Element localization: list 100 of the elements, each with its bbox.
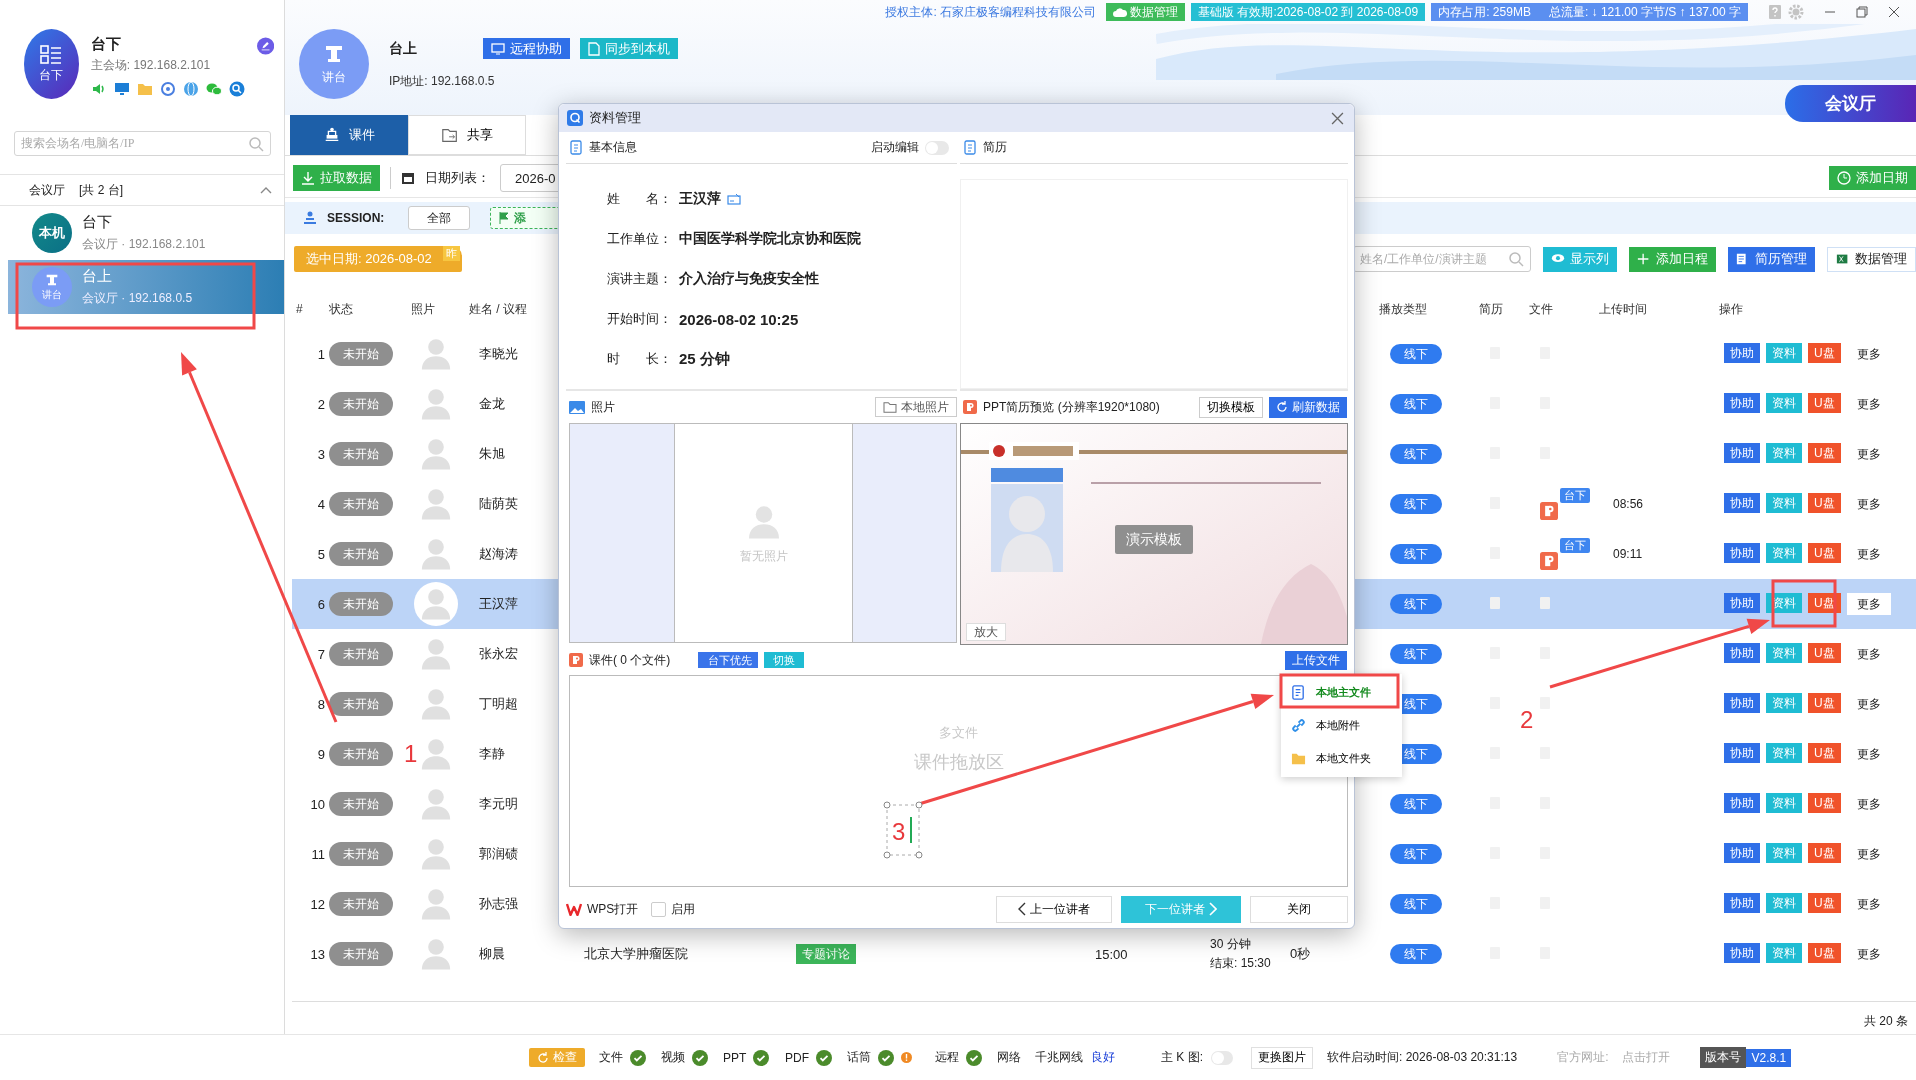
row-number: 1 xyxy=(317,346,325,362)
check-label: PDF xyxy=(785,1050,809,1065)
elapsed-time: 0秒 xyxy=(1290,945,1311,963)
end-time: 结束: 15:30 xyxy=(1210,955,1272,972)
field-value: 2026-08-02 10:25 xyxy=(679,310,799,328)
file-source-badge: 台下 xyxy=(1560,538,1590,553)
speaker-name: 金龙 xyxy=(478,395,505,413)
station-name: 台上 xyxy=(389,39,418,58)
host-name: 台下 xyxy=(90,35,122,54)
status-badge: 未开始 xyxy=(329,642,393,666)
network-type: 千兆网线 xyxy=(1035,1049,1083,1066)
edit-label: 启动编辑 xyxy=(871,139,919,156)
yesterday-badge: 昨 xyxy=(443,246,460,261)
row-number: 2 xyxy=(317,396,325,412)
annotation-number: 3 xyxy=(883,801,923,859)
organization: 北京大学肿瘤医院 xyxy=(583,945,688,963)
play-type-badge: 线下 xyxy=(1390,794,1442,814)
row-number: 12 xyxy=(310,896,325,912)
enable-label: 启用 xyxy=(671,900,696,918)
status-badge: 未开始 xyxy=(329,342,393,366)
agenda-tag: 专题讨论 xyxy=(796,944,856,964)
column-header: 照片 xyxy=(410,300,436,318)
column-header: 简历 xyxy=(1478,300,1504,318)
play-type-badge: 线下 xyxy=(1390,894,1442,914)
start-time: 软件启动时间: 2026-08-03 20:31:13 xyxy=(1327,1049,1518,1066)
edition-badge: 基础版 有效期:2026-08-02 到 2026-08-09 xyxy=(1191,3,1426,21)
field-value: 王汉萍 xyxy=(679,190,721,208)
play-type-badge: 线下 xyxy=(1390,944,1442,964)
device-name: 台上 xyxy=(82,267,113,286)
speaker-name: 孙志强 xyxy=(478,895,518,913)
avatar-label: 台下 xyxy=(39,66,64,84)
traffic-text: 总流量: ↓ 121.00 字节/S ↑ 137.00 字 xyxy=(1548,3,1741,21)
upload-time: 08:56 xyxy=(1612,497,1644,511)
device-address: 会议厅 · 192.168.2.101 xyxy=(82,236,206,253)
status-badge: 未开始 xyxy=(329,942,393,966)
column-header: # xyxy=(295,302,304,316)
network-label: 网络 xyxy=(997,1049,1021,1066)
duration: 30 分钟 xyxy=(1210,936,1252,953)
row-number: 7 xyxy=(317,646,325,662)
status-badge: 未开始 xyxy=(329,742,393,766)
status-badge: 未开始 xyxy=(329,542,393,566)
date-label: 日期列表： xyxy=(425,169,490,187)
play-type-badge: 线下 xyxy=(1390,494,1442,514)
status-badge: 未开始 xyxy=(329,692,393,716)
section-title: 基本信息 xyxy=(589,139,637,156)
version-number: V2.8.1 xyxy=(1746,1048,1792,1067)
avatar-label: 讲台 xyxy=(322,69,346,86)
row-number: 5 xyxy=(317,546,325,562)
column-header: 上传时间 xyxy=(1598,300,1648,318)
play-type-badge: 线下 xyxy=(1390,394,1442,414)
column-header: 姓名 / 议程 xyxy=(468,300,528,318)
k-chart-label: 主 K 图: xyxy=(1161,1049,1203,1066)
status-badge: 未开始 xyxy=(329,442,393,466)
selected-date-text: 选中日期: 2026-08-02 xyxy=(306,250,432,268)
play-type-badge: 线下 xyxy=(1390,644,1442,664)
row-number: 10 xyxy=(310,796,325,812)
section-title: 照片 xyxy=(591,398,615,416)
field-label: 姓 名： xyxy=(607,190,673,208)
memory-text: 内存占用: 259MB xyxy=(1438,3,1531,21)
speaker-name: 朱旭 xyxy=(478,445,505,463)
speaker-name: 张永宏 xyxy=(478,645,518,663)
check-label: 话筒 xyxy=(847,1049,871,1066)
play-type-badge: 线下 xyxy=(1390,594,1442,614)
section-title: 课件( 0 个文件) xyxy=(589,651,671,669)
website-label: 官方网址: xyxy=(1557,1049,1609,1066)
check-label: PPT xyxy=(723,1050,747,1065)
network-status: 良好 xyxy=(1091,1049,1115,1066)
annotation-number: 2 xyxy=(1520,706,1534,733)
field-label: 时 长： xyxy=(607,350,673,368)
speaker-name: 陆荫英 xyxy=(478,495,518,513)
device-address: 会议厅 · 192.168.0.5 xyxy=(82,290,193,307)
field-label: 工作单位： xyxy=(607,230,673,248)
row-number: 3 xyxy=(317,446,325,462)
play-type-badge: 线下 xyxy=(1390,544,1442,564)
status-badge: 未开始 xyxy=(329,392,393,416)
group-label: 会议厅 xyxy=(29,181,65,199)
speaker-name: 李元明 xyxy=(478,795,518,813)
column-header: 状态 xyxy=(328,300,354,318)
speaker-name: 李晓光 xyxy=(478,345,518,363)
speaker-name: 郭润碛 xyxy=(478,845,518,863)
start-time: 15:00 xyxy=(1095,946,1128,962)
check-label: 远程 xyxy=(935,1049,959,1066)
play-type-badge: 线下 xyxy=(1390,344,1442,364)
speaker-name: 丁明超 xyxy=(478,695,518,713)
status-badge: 未开始 xyxy=(329,892,393,916)
device-avatar: 本机 xyxy=(32,213,72,253)
play-type-badge: 线下 xyxy=(1390,444,1442,464)
file-source-badge: 台下 xyxy=(1560,488,1590,503)
field-label: 开始时间： xyxy=(607,310,673,328)
status-badge: 未开始 xyxy=(329,592,393,616)
field-value: 介入治疗与免疫安全性 xyxy=(679,270,819,288)
annotation-number: 1 xyxy=(404,740,418,767)
row-number: 13 xyxy=(310,946,325,962)
speaker-name: 赵海涛 xyxy=(478,545,518,563)
host-address: 主会场: 192.168.2.101 xyxy=(90,57,212,74)
check-label: 文件 xyxy=(599,1049,623,1066)
dialog-title: 资料管理 xyxy=(589,109,641,127)
row-number: 4 xyxy=(317,496,325,512)
row-number: 6 xyxy=(317,596,325,612)
section-title: 简历 xyxy=(983,139,1007,156)
